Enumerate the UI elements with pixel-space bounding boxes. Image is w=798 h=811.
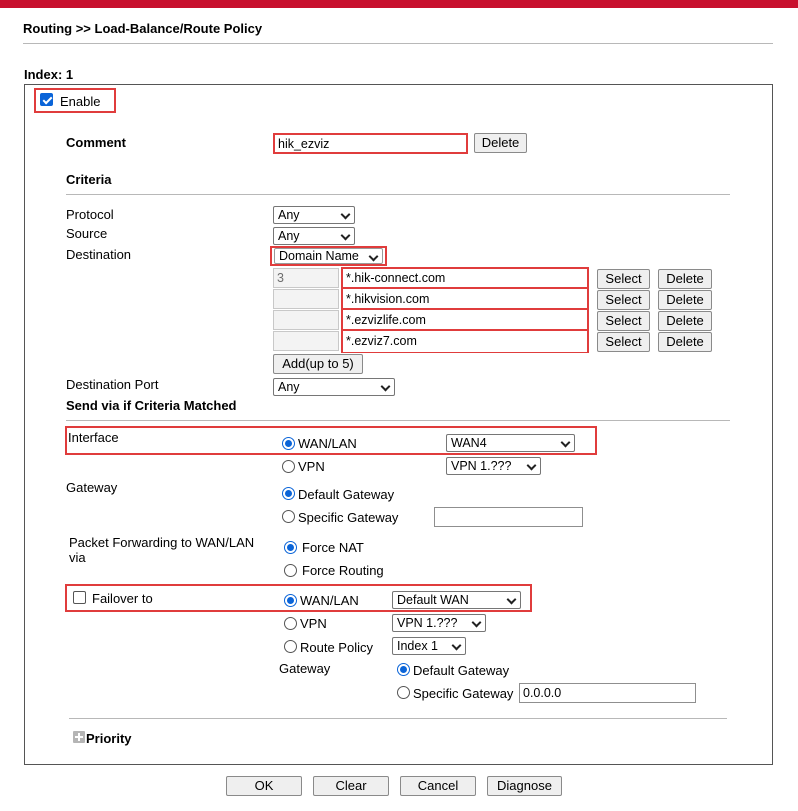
domain-select-button[interactable]: Select <box>597 332 650 352</box>
domain-delete-button[interactable]: Delete <box>658 269 712 289</box>
enable-checkbox[interactable] <box>40 93 53 106</box>
protocol-label: Protocol <box>66 207 114 222</box>
failover-wan-select[interactable]: Default WAN <box>392 591 521 609</box>
domain-delete-button[interactable]: Delete <box>658 311 712 331</box>
comment-input[interactable]: hik_ezviz <box>273 133 468 154</box>
force-routing-radio[interactable] <box>284 564 297 577</box>
default-gateway-label: Default Gateway <box>298 487 395 502</box>
domain-input[interactable]: *.ezviz7.com <box>343 332 587 352</box>
destination-blank-field <box>273 289 339 309</box>
failover-vpn-select[interactable]: VPN 1.??? <box>392 614 486 632</box>
failover-vpn-label: VPN <box>300 616 327 631</box>
failover-specific-gateway-input[interactable]: 0.0.0.0 <box>519 683 696 703</box>
enable-label: Enable <box>60 94 101 109</box>
domain-delete-button[interactable]: Delete <box>658 332 712 352</box>
source-select[interactable]: Any <box>273 227 355 245</box>
diagnose-button[interactable]: Diagnose <box>487 776 562 796</box>
source-label: Source <box>66 226 108 241</box>
send-via-divider <box>66 420 730 421</box>
expand-plus-icon[interactable] <box>73 731 85 743</box>
interface-wan-lan-label: WAN/LAN <box>298 436 357 451</box>
failover-route-policy-select[interactable]: Index 1 <box>392 637 466 655</box>
domain-input[interactable]: *.hik-connect.com <box>343 269 587 289</box>
domain-select-button[interactable]: Select <box>597 311 650 331</box>
destination-type-select[interactable]: Domain Name <box>274 248 383 264</box>
domain-delete-button[interactable]: Delete <box>658 290 712 310</box>
destination-count: 3 <box>273 268 339 288</box>
packet-forwarding-label-via: via <box>69 550 86 565</box>
interface-vpn-label: VPN <box>298 459 325 474</box>
failover-vpn-radio[interactable] <box>284 617 297 630</box>
comment-label: Comment <box>66 135 126 150</box>
packet-forwarding-label: Packet Forwarding to WAN/LAN <box>69 535 255 550</box>
priority-divider <box>69 718 727 719</box>
cancel-button[interactable]: Cancel <box>400 776 476 796</box>
failover-label: Failover to <box>92 591 153 606</box>
interface-vpn-select[interactable]: VPN 1.??? <box>446 457 541 475</box>
brand-top-bar <box>0 0 798 8</box>
domain-select-button[interactable]: Select <box>597 290 650 310</box>
specific-gateway-label: Specific Gateway <box>298 510 399 525</box>
clear-button[interactable]: Clear <box>313 776 389 796</box>
failover-specific-gateway-label: Specific Gateway <box>413 686 514 701</box>
destination-label: Destination <box>66 247 132 262</box>
destination-port-label: Destination Port <box>66 377 159 392</box>
default-gateway-radio[interactable] <box>282 487 295 500</box>
protocol-select[interactable]: Any <box>273 206 355 224</box>
failover-wan-lan-label: WAN/LAN <box>300 593 359 608</box>
gateway-label: Gateway <box>66 480 118 495</box>
failover-route-policy-radio[interactable] <box>284 640 297 653</box>
criteria-divider <box>66 194 730 195</box>
failover-default-gateway-label: Default Gateway <box>413 663 510 678</box>
failover-route-policy-label: Route Policy <box>300 640 373 655</box>
interface-label: Interface <box>68 430 119 445</box>
destination-blank-field <box>273 331 339 351</box>
destination-port-select[interactable]: Any <box>273 378 395 396</box>
force-nat-label: Force NAT <box>302 540 364 555</box>
criteria-title: Criteria <box>66 172 112 187</box>
interface-wan-lan-radio[interactable] <box>282 437 295 450</box>
interface-wan-select[interactable]: WAN4 <box>446 434 575 452</box>
header-divider <box>23 43 773 44</box>
breadcrumb: Routing >> Load-Balance/Route Policy <box>23 21 263 36</box>
failover-checkbox[interactable] <box>73 591 86 604</box>
ok-button[interactable]: OK <box>226 776 302 796</box>
policy-panel <box>24 84 773 765</box>
priority-label[interactable]: Priority <box>86 731 132 746</box>
failover-specific-gateway-radio[interactable] <box>397 686 410 699</box>
failover-gateway-label: Gateway <box>279 661 331 676</box>
index-label: Index: 1 <box>24 67 74 82</box>
destination-blank-field <box>273 310 339 330</box>
domain-input[interactable]: *.ezvizlife.com <box>343 311 587 331</box>
add-domain-button[interactable]: Add(up to 5) <box>273 354 363 374</box>
specific-gateway-radio[interactable] <box>282 510 295 523</box>
interface-vpn-radio[interactable] <box>282 460 295 473</box>
failover-wan-lan-radio[interactable] <box>284 594 297 607</box>
force-nat-radio[interactable] <box>284 541 297 554</box>
force-routing-label: Force Routing <box>302 563 384 578</box>
comment-delete-button[interactable]: Delete <box>474 133 527 153</box>
specific-gateway-input[interactable] <box>434 507 583 527</box>
failover-default-gateway-radio[interactable] <box>397 663 410 676</box>
send-via-title: Send via if Criteria Matched <box>66 398 237 413</box>
domain-input[interactable]: *.hikvision.com <box>343 290 587 310</box>
domain-select-button[interactable]: Select <box>597 269 650 289</box>
